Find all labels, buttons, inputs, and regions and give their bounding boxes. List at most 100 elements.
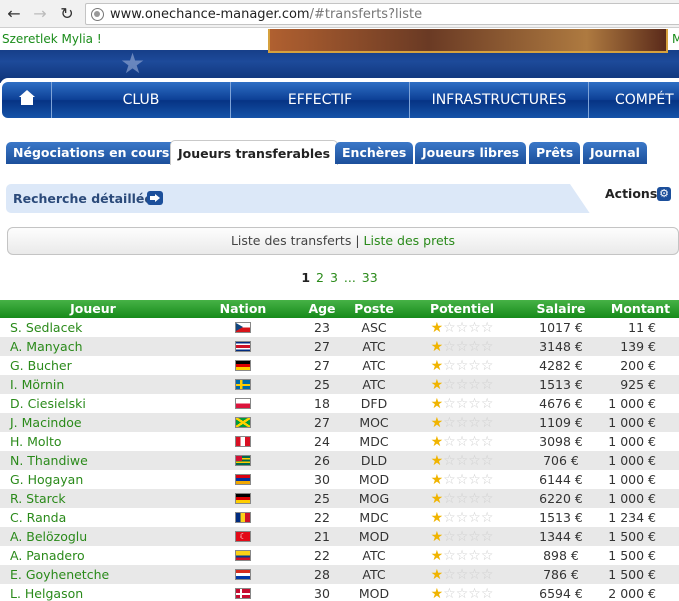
- player-name-link[interactable]: S. Sedlacek: [0, 318, 186, 337]
- age-cell: 24: [314, 434, 330, 449]
- flag-de-icon: [235, 360, 251, 371]
- page-last[interactable]: 33: [362, 270, 378, 285]
- transfers-list-link[interactable]: Liste des transferts: [231, 233, 351, 248]
- player-name-link[interactable]: A. Manyach: [0, 337, 186, 356]
- col-nation[interactable]: Nation: [186, 300, 300, 318]
- menu-item-club[interactable]: CLUB: [52, 82, 231, 118]
- player-name-link[interactable]: A. Panadero: [0, 546, 186, 565]
- star-filled-icon: ★: [430, 510, 444, 526]
- url-text[interactable]: www.onechance-manager.com/#transferts?li…: [110, 7, 422, 22]
- star-empty-icon: ☆: [480, 396, 494, 412]
- table-row[interactable]: D. Ciesielski 18 DFD ★☆☆☆☆ 4676 €1 000 €: [0, 394, 679, 413]
- table-row[interactable]: R. Starck 25 MOG ★☆☆☆☆ 6220 €1 000 €: [0, 489, 679, 508]
- player-name-link[interactable]: D. Ciesielski: [0, 394, 186, 413]
- arrow-right-icon[interactable]: [147, 191, 163, 205]
- salaire-cell: 1017 €: [539, 320, 583, 335]
- table-row[interactable]: G. Hogayan 30 MOD ★☆☆☆☆ 6144 €1 000 €: [0, 470, 679, 489]
- player-name-link[interactable]: H. Molto: [0, 432, 186, 451]
- player-name-link[interactable]: L. Helgason: [0, 584, 186, 601]
- salaire-cell: 3148 €: [539, 339, 583, 354]
- col-salaire[interactable]: Salaire: [520, 300, 602, 318]
- star-filled-icon: ★: [430, 491, 444, 507]
- star-empty-icon: ☆: [443, 453, 456, 469]
- montant-cell: 925 €: [620, 377, 656, 392]
- player-name-link[interactable]: C. Randa: [0, 508, 186, 527]
- star-empty-icon: ☆: [443, 339, 456, 355]
- star-empty-icon: ☆: [455, 510, 469, 526]
- age-cell: 22: [314, 510, 330, 525]
- menu-item-competitions[interactable]: COMPÉT: [589, 82, 679, 118]
- table-row[interactable]: A. Belözoglu ☾ 21 MOD ★☆☆☆☆ 1344 €1 500 €: [0, 527, 679, 546]
- star-empty-icon: ☆: [468, 510, 481, 526]
- poste-cell: MOC: [359, 415, 389, 430]
- table-row[interactable]: S. Sedlacek 23 ASC ★☆☆☆☆ 1017 €11 €: [0, 318, 679, 337]
- tab-joueurs-transferables[interactable]: Joueurs transferables: [170, 140, 339, 165]
- tab-joueurs-libres[interactable]: Joueurs libres: [415, 142, 527, 164]
- col-montant[interactable]: Montant: [602, 300, 679, 318]
- montant-cell: 11 €: [628, 320, 656, 335]
- nation-cell: [186, 584, 300, 601]
- col-age[interactable]: Age: [300, 300, 344, 318]
- montant-cell: 1 000 €: [608, 491, 656, 506]
- table-row[interactable]: G. Bucher 27 ATC ★☆☆☆☆ 4282 €200 €: [0, 356, 679, 375]
- player-name-link[interactable]: N. Thandiwe: [0, 451, 186, 470]
- salaire-cell: 1344 €: [539, 529, 583, 544]
- table-row[interactable]: N. Thandiwe 26 DLD ★☆☆☆☆ 706 €1 000 €: [0, 451, 679, 470]
- player-name-link[interactable]: I. Mörnin: [0, 375, 186, 394]
- table-row[interactable]: C. Randa 22 MDC ★☆☆☆☆ 1513 €1 234 €: [0, 508, 679, 527]
- col-joueur[interactable]: Joueur: [0, 300, 186, 318]
- star-empty-icon: ☆: [443, 491, 456, 507]
- actions-button[interactable]: Actions: [605, 186, 657, 201]
- player-name-link[interactable]: R. Starck: [0, 489, 186, 508]
- star-empty-icon: ☆: [455, 377, 469, 393]
- tab-prets[interactable]: Prêts: [529, 142, 581, 164]
- star-filled-icon: ★: [430, 320, 444, 336]
- menu-item-effectif[interactable]: EFFECTIF: [231, 82, 410, 118]
- age-cell: 22: [314, 548, 330, 563]
- menu-item-infrastructures[interactable]: INFRASTRUCTURES: [410, 82, 589, 118]
- table-row[interactable]: I. Mörnin 25 ATC ★☆☆☆☆ 1513 €925 €: [0, 375, 679, 394]
- player-name-link[interactable]: E. Goyhenetche: [0, 565, 186, 584]
- star-empty-icon: ☆: [455, 586, 469, 601]
- star-filled-icon: ★: [430, 586, 444, 601]
- detailed-search-link[interactable]: Recherche détaillée: [13, 191, 153, 206]
- table-row[interactable]: E. Goyhenetche 28 ATC ★☆☆☆☆ 786 €1 500 €: [0, 565, 679, 584]
- col-potentiel[interactable]: Potentiel: [404, 300, 520, 318]
- loans-list-link[interactable]: Liste des prets: [364, 233, 456, 248]
- tab-journal[interactable]: Journal: [583, 142, 647, 164]
- player-name-link[interactable]: A. Belözoglu: [0, 527, 186, 546]
- table-row[interactable]: L. Helgason 30 MOD ★☆☆☆☆ 6594 €2 000 €: [0, 584, 679, 601]
- nation-cell: [186, 356, 300, 375]
- house-icon: [18, 90, 36, 106]
- player-name-link[interactable]: G. Bucher: [0, 356, 186, 375]
- address-bar[interactable]: www.onechance-manager.com/#transferts?li…: [85, 3, 679, 25]
- table-row[interactable]: H. Molto 24 MDC ★☆☆☆☆ 3098 €1 000 €: [0, 432, 679, 451]
- tab-encheres[interactable]: Enchères: [335, 142, 414, 164]
- table-header: Joueur Nation Age Poste Potentiel Salair…: [0, 300, 679, 318]
- col-poste[interactable]: Poste: [344, 300, 404, 318]
- forward-arrow-icon[interactable]: →: [30, 4, 50, 24]
- page-2[interactable]: 2: [316, 270, 324, 285]
- gear-icon[interactable]: ⚙: [657, 187, 671, 201]
- reload-icon[interactable]: ↻: [57, 4, 77, 24]
- player-name-link[interactable]: G. Hogayan: [0, 470, 186, 489]
- menu-home-button[interactable]: [2, 82, 52, 118]
- potential-stars: ★☆☆☆☆: [431, 452, 494, 470]
- star-empty-icon: ☆: [468, 453, 481, 469]
- poste-cell: ATC: [362, 358, 386, 373]
- potentiel-cell: ★☆☆☆☆: [404, 318, 520, 337]
- page-3[interactable]: 3: [330, 270, 338, 285]
- nation-cell: [186, 470, 300, 489]
- player-name-link[interactable]: J. Macindoe: [0, 413, 186, 432]
- page-1[interactable]: 1: [301, 270, 310, 285]
- star-empty-icon: ☆: [468, 377, 481, 393]
- globe-icon: [91, 8, 104, 21]
- star-empty-icon: ☆: [468, 472, 481, 488]
- tab-negociations[interactable]: Négociations en cours: [6, 142, 177, 164]
- montant-cell: 1 500 €: [608, 529, 656, 544]
- back-arrow-icon[interactable]: ←: [4, 4, 24, 24]
- table-row[interactable]: A. Panadero 22 ATC ★☆☆☆☆ 898 €1 500 €: [0, 546, 679, 565]
- table-row[interactable]: J. Macindoe 27 MOC ★☆☆☆☆ 1109 €1 000 €: [0, 413, 679, 432]
- transfer-table: Joueur Nation Age Poste Potentiel Salair…: [0, 300, 679, 601]
- table-row[interactable]: A. Manyach 27 ATC ★☆☆☆☆ 3148 €139 €: [0, 337, 679, 356]
